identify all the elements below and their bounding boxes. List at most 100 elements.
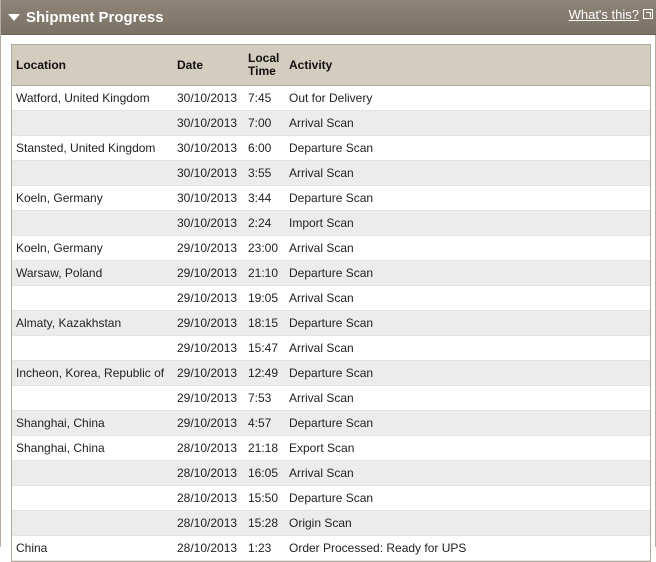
popup-window-icon[interactable] bbox=[643, 9, 653, 19]
cell-date: 29/10/2013 bbox=[173, 260, 244, 286]
cell-location: Incheon, Korea, Republic of bbox=[12, 360, 173, 386]
cell-time: 15:50 bbox=[244, 485, 285, 511]
table-row: 28/10/2013 16:05 Arrival Scan bbox=[12, 460, 650, 486]
table-row: Warsaw, Poland 29/10/2013 21:10 Departure S… bbox=[12, 260, 650, 286]
cell-activity: Arrival Scan bbox=[285, 335, 650, 361]
panel-header[interactable]: Shipment Progress What's this? bbox=[1, 0, 656, 35]
cell-date: 30/10/2013 bbox=[173, 160, 244, 186]
table-row: Stansted, United Kingdom 30/10/2013 6:00 De… bbox=[12, 135, 650, 161]
table-row: Koeln, Germany 29/10/2013 23:00 Arrival Sca… bbox=[12, 235, 650, 261]
table-row: China 28/10/2013 1:23 Order Processed: Read… bbox=[12, 535, 650, 561]
table-row: 29/10/2013 7:53 Arrival Scan bbox=[12, 385, 650, 411]
cell-location bbox=[12, 335, 173, 361]
cell-activity: Arrival Scan bbox=[285, 460, 650, 486]
table-row: 29/10/2013 15:47 Arrival Scan bbox=[12, 335, 650, 361]
table-row: Watford, United Kingdom 30/10/2013 7:45 Out… bbox=[12, 85, 650, 111]
table-row: Shanghai, China 29/10/2013 4:57 Departure S… bbox=[12, 410, 650, 436]
cell-date: 28/10/2013 bbox=[173, 460, 244, 486]
cell-location bbox=[12, 110, 173, 136]
column-header-date: Date bbox=[173, 45, 244, 86]
cell-date: 28/10/2013 bbox=[173, 510, 244, 536]
cell-activity: Import Scan bbox=[285, 210, 650, 236]
cell-location: China bbox=[12, 535, 173, 561]
whats-this-link[interactable]: What's this? bbox=[569, 7, 639, 22]
cell-location: Almaty, Kazakhstan bbox=[12, 310, 173, 336]
panel-title: Shipment Progress bbox=[26, 9, 164, 26]
cell-activity: Arrival Scan bbox=[285, 285, 650, 311]
cell-date: 29/10/2013 bbox=[173, 235, 244, 261]
table-row: 28/10/2013 15:28 Origin Scan bbox=[12, 510, 650, 536]
cell-location: Shanghai, China bbox=[12, 435, 173, 461]
cell-location: Koeln, Germany bbox=[12, 185, 173, 211]
table-header-row: Location Date Local Time Activity bbox=[12, 45, 650, 86]
table-row: 30/10/2013 3:55 Arrival Scan bbox=[12, 160, 650, 186]
cell-location bbox=[12, 160, 173, 186]
cell-location: Shanghai, China bbox=[12, 410, 173, 436]
cell-time: 2:24 bbox=[244, 210, 285, 236]
cell-location: Stansted, United Kingdom bbox=[12, 135, 173, 161]
cell-time: 6:00 bbox=[244, 135, 285, 161]
cell-date: 29/10/2013 bbox=[173, 285, 244, 311]
cell-location bbox=[12, 510, 173, 536]
cell-location: Watford, United Kingdom bbox=[12, 85, 173, 111]
cell-time: 1:23 bbox=[244, 535, 285, 561]
cell-time: 21:10 bbox=[244, 260, 285, 286]
cell-activity: Arrival Scan bbox=[285, 385, 650, 411]
collapse-triangle-icon[interactable] bbox=[8, 14, 20, 21]
cell-location: Koeln, Germany bbox=[12, 235, 173, 261]
cell-time: 7:45 bbox=[244, 85, 285, 111]
cell-time: 15:28 bbox=[244, 510, 285, 536]
cell-activity: Departure Scan bbox=[285, 310, 650, 336]
cell-date: 28/10/2013 bbox=[173, 435, 244, 461]
shipment-progress-panel: Shipment Progress What's this? Location … bbox=[0, 0, 656, 562]
cell-date: 29/10/2013 bbox=[173, 385, 244, 411]
cell-activity: Departure Scan bbox=[285, 260, 650, 286]
cell-date: 30/10/2013 bbox=[173, 210, 244, 236]
table-row: Shanghai, China 28/10/2013 21:18 Export Sca… bbox=[12, 435, 650, 461]
cell-date: 28/10/2013 bbox=[173, 485, 244, 511]
table-row: Incheon, Korea, Republic of 29/10/2013 12:… bbox=[12, 360, 650, 386]
cell-activity: Arrival Scan bbox=[285, 110, 650, 136]
cell-date: 29/10/2013 bbox=[173, 335, 244, 361]
cell-time: 12:49 bbox=[244, 360, 285, 386]
cell-time: 7:53 bbox=[244, 385, 285, 411]
cell-location bbox=[12, 285, 173, 311]
cell-time: 7:00 bbox=[244, 110, 285, 136]
cell-time: 16:05 bbox=[244, 460, 285, 486]
table-row: 28/10/2013 15:50 Departure Scan bbox=[12, 485, 650, 511]
cell-activity: Arrival Scan bbox=[285, 160, 650, 186]
cell-location: Warsaw, Poland bbox=[12, 260, 173, 286]
column-header-local-time-line1: Local bbox=[248, 51, 280, 65]
cell-activity: Departure Scan bbox=[285, 485, 650, 511]
table-row: Almaty, Kazakhstan 29/10/2013 18:15 Departu… bbox=[12, 310, 650, 336]
table-row: 29/10/2013 19:05 Arrival Scan bbox=[12, 285, 650, 311]
cell-activity: Export Scan bbox=[285, 435, 650, 461]
cell-location bbox=[12, 385, 173, 411]
cell-date: 29/10/2013 bbox=[173, 360, 244, 386]
cell-date: 30/10/2013 bbox=[173, 110, 244, 136]
table-row: Koeln, Germany 30/10/2013 3:44 Departure Sc… bbox=[12, 185, 650, 211]
column-header-local-time: Local Time bbox=[244, 45, 285, 86]
cell-activity: Order Processed: Ready for UPS bbox=[285, 535, 650, 561]
column-header-activity: Activity bbox=[285, 45, 650, 86]
cell-activity: Departure Scan bbox=[285, 410, 650, 436]
shipment-progress-table: Location Date Local Time Activity Watford… bbox=[11, 44, 651, 562]
cell-time: 3:44 bbox=[244, 185, 285, 211]
cell-activity: Departure Scan bbox=[285, 185, 650, 211]
cell-date: 30/10/2013 bbox=[173, 135, 244, 161]
column-header-location: Location bbox=[12, 45, 173, 86]
cell-time: 23:00 bbox=[244, 235, 285, 261]
table-row: 30/10/2013 2:24 Import Scan bbox=[12, 210, 650, 236]
table-row: 30/10/2013 7:00 Arrival Scan bbox=[12, 110, 650, 136]
column-header-local-time-line2: Time bbox=[248, 64, 276, 78]
cell-date: 28/10/2013 bbox=[173, 535, 244, 561]
cell-date: 29/10/2013 bbox=[173, 310, 244, 336]
cell-date: 29/10/2013 bbox=[173, 410, 244, 436]
cell-date: 30/10/2013 bbox=[173, 85, 244, 111]
cell-date: 30/10/2013 bbox=[173, 185, 244, 211]
cell-activity: Origin Scan bbox=[285, 510, 650, 536]
cell-activity: Arrival Scan bbox=[285, 235, 650, 261]
cell-location bbox=[12, 210, 173, 236]
cell-time: 15:47 bbox=[244, 335, 285, 361]
cell-time: 3:55 bbox=[244, 160, 285, 186]
